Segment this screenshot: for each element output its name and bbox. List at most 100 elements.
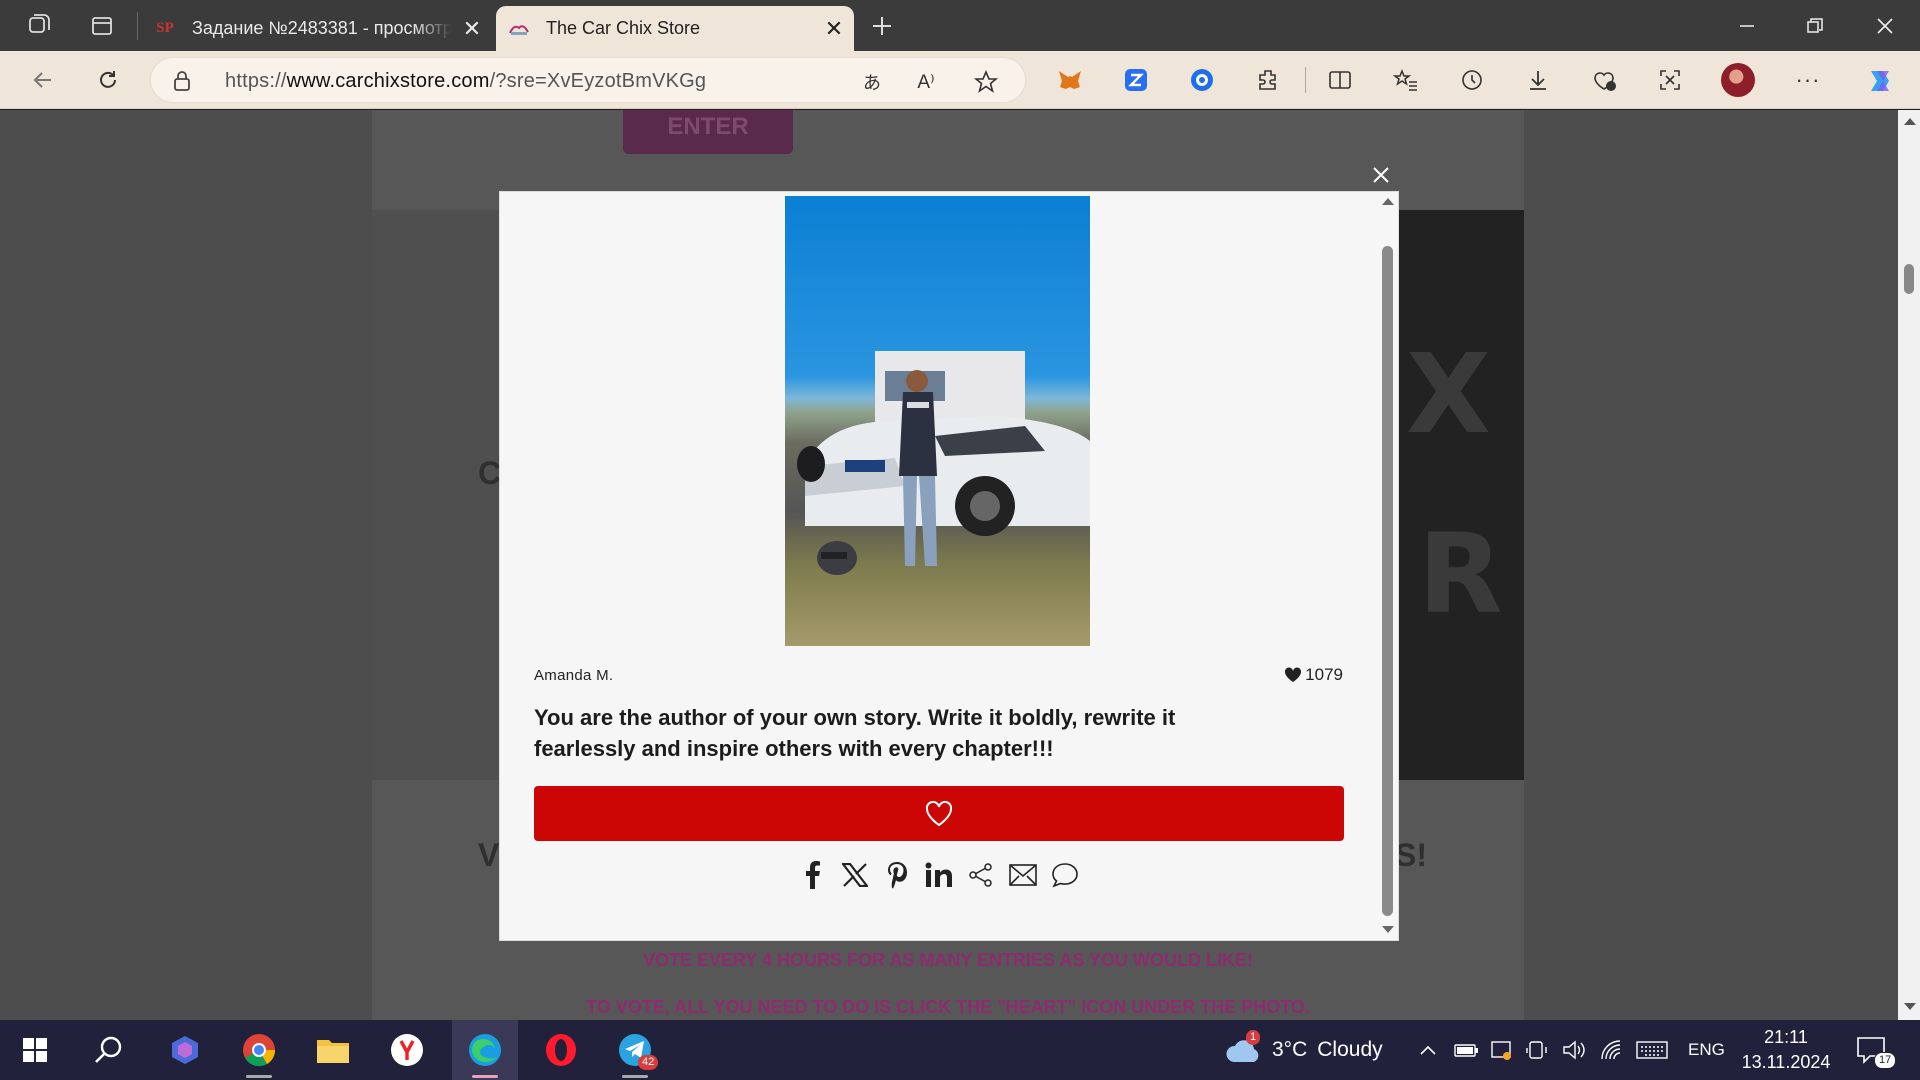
clock-time: 21:11 xyxy=(1764,1027,1808,1047)
device-icon[interactable] xyxy=(1526,1020,1548,1080)
back-icon[interactable] xyxy=(20,58,66,102)
refresh-icon[interactable] xyxy=(85,58,131,102)
search-icon[interactable] xyxy=(78,1020,140,1080)
tab-car-chix[interactable]: The Car Chix Store ✕ xyxy=(496,6,854,51)
opera-icon[interactable] xyxy=(530,1020,592,1080)
split-screen-icon[interactable] xyxy=(1320,60,1360,100)
notification-count: 17 xyxy=(1874,1052,1897,1069)
tab-actions-icon[interactable] xyxy=(76,0,128,51)
tab-title: Задание №2483381 - просмотр з xyxy=(192,18,452,38)
tab-title: The Car Chix Store xyxy=(546,18,701,38)
vote-instructions-text: TO VOTE, ALL YOU NEED TO DO IS CLICK THE… xyxy=(586,997,1310,1017)
share-icon[interactable] xyxy=(966,857,996,893)
screenshot-icon[interactable] xyxy=(1650,60,1690,100)
restore-icon[interactable] xyxy=(1782,0,1848,51)
vote-heart-button[interactable] xyxy=(534,786,1344,841)
extension-circle-icon[interactable] xyxy=(1182,60,1222,100)
chrome-icon[interactable] xyxy=(228,1020,290,1080)
clock[interactable]: 21:11 13.11.2024 xyxy=(1740,1020,1832,1080)
extensions-icon[interactable] xyxy=(1248,60,1288,100)
translate-icon[interactable]: あ xyxy=(857,67,887,97)
tab-task[interactable]: SP Задание №2483381 - просмотр з ✕ xyxy=(142,6,492,51)
close-tab-icon[interactable]: ✕ xyxy=(814,16,854,42)
running-indicator xyxy=(246,1075,272,1078)
language-indicator[interactable]: ENG xyxy=(1688,1020,1725,1080)
modal-scroll-down-icon[interactable] xyxy=(1382,926,1394,933)
extension-blue-icon[interactable] xyxy=(1116,60,1156,100)
keyboard-icon[interactable] xyxy=(1636,1020,1668,1080)
url-text[interactable]: https://www.carchixstore.com/?sre=XvEyzo… xyxy=(225,70,706,93)
bg-heading-fragment: C xyxy=(478,455,502,491)
running-indicator xyxy=(622,1075,648,1078)
history-icon[interactable] xyxy=(1452,60,1492,100)
minimize-icon[interactable] xyxy=(1714,0,1780,51)
hero-image-panel: X R xyxy=(1398,210,1524,780)
bg-heading-fragment: V xyxy=(478,837,500,873)
new-tab-icon[interactable] xyxy=(862,6,902,46)
entry-modal: Amanda M. 1079 You are the author of you… xyxy=(499,191,1399,941)
browser-essentials-icon[interactable] xyxy=(1584,60,1624,100)
tab-bar: SP Задание №2483381 - просмотр з ✕ The C… xyxy=(0,0,1920,51)
entry-photo xyxy=(785,196,1090,646)
entry-author: Amanda M. xyxy=(534,667,614,684)
copilot-icon[interactable] xyxy=(1860,60,1900,100)
weather-alert-badge: 1 xyxy=(1246,1030,1261,1045)
entry-quote: You are the author of your own story. Wr… xyxy=(534,705,1176,761)
page-scroll-thumb[interactable] xyxy=(1904,264,1914,294)
telegram-badge: 42 xyxy=(638,1055,659,1070)
bg-heading-fragment: S! xyxy=(1395,837,1427,873)
like-count: 1079 xyxy=(1284,665,1343,685)
close-tab-icon[interactable]: ✕ xyxy=(452,16,492,42)
more-options-icon[interactable]: ··· xyxy=(1788,60,1828,100)
weather-temp: 3°C xyxy=(1272,1038,1308,1061)
modal-scroll-thumb[interactable] xyxy=(1382,246,1393,916)
address-bar[interactable]: https://www.carchixstore.com/?sre=XvEyzo… xyxy=(150,57,1026,103)
close-window-icon[interactable] xyxy=(1852,0,1918,51)
read-aloud-icon[interactable]: A⁾ xyxy=(911,67,941,97)
security-icon[interactable] xyxy=(1490,1020,1514,1080)
linkedin-icon[interactable] xyxy=(924,857,954,893)
page-scrollbar[interactable] xyxy=(1898,110,1920,1020)
start-icon[interactable] xyxy=(4,1020,66,1080)
facebook-icon[interactable] xyxy=(798,857,828,893)
carchix-logo-icon xyxy=(508,18,530,40)
favorite-star-icon[interactable] xyxy=(971,67,1001,97)
vote-frequency-text: VOTE EVERY 4 HOURS FOR AS MANY ENTRIES A… xyxy=(642,950,1254,970)
running-indicator xyxy=(472,1075,498,1078)
modal-scrollbar[interactable] xyxy=(1376,192,1398,940)
taskbar: 42 1 3°C Cloudy ENG 21:11 13.11.2024 17 xyxy=(0,1020,1920,1080)
sp-logo-icon: SP xyxy=(156,20,174,36)
volume-icon[interactable] xyxy=(1562,1020,1586,1080)
battery-icon[interactable] xyxy=(1454,1020,1480,1080)
profile-avatar[interactable] xyxy=(1718,60,1758,100)
scroll-up-icon[interactable] xyxy=(1904,118,1916,125)
modal-scroll-up-icon[interactable] xyxy=(1382,198,1394,205)
x-icon[interactable] xyxy=(840,857,870,893)
edge-icon[interactable] xyxy=(452,1020,518,1080)
weather-condition: Cloudy xyxy=(1317,1038,1383,1061)
scroll-down-icon[interactable] xyxy=(1904,1003,1916,1010)
yandex-browser-icon[interactable] xyxy=(376,1020,438,1080)
notifications-icon[interactable]: 17 xyxy=(1856,1020,1897,1080)
file-explorer-icon[interactable] xyxy=(302,1020,364,1080)
enter-button[interactable]: ENTER xyxy=(623,110,793,154)
wifi-icon[interactable] xyxy=(1600,1020,1624,1080)
email-icon[interactable] xyxy=(1008,857,1038,893)
favorites-icon[interactable] xyxy=(1386,60,1426,100)
browser-toolbar: https://www.carchixstore.com/?sre=XvEyzo… xyxy=(0,51,1920,109)
metamask-icon[interactable] xyxy=(1050,60,1090,100)
downloads-icon[interactable] xyxy=(1518,60,1558,100)
comment-icon[interactable] xyxy=(1050,857,1080,893)
share-bar xyxy=(500,857,1378,897)
telegram-icon[interactable]: 42 xyxy=(604,1020,666,1080)
pinterest-icon[interactable] xyxy=(882,857,912,893)
clock-date: 13.11.2024 xyxy=(1741,1052,1831,1072)
lock-icon[interactable] xyxy=(173,70,191,97)
copilot-taskbar-icon[interactable] xyxy=(154,1020,216,1080)
show-hidden-icons[interactable] xyxy=(1418,1020,1438,1080)
like-count-value: 1079 xyxy=(1305,665,1343,684)
workspaces-icon[interactable] xyxy=(12,0,64,51)
tab-divider xyxy=(137,12,138,40)
weather-widget[interactable]: 1 3°C Cloudy xyxy=(1224,1020,1383,1080)
modal-close-icon[interactable] xyxy=(1366,160,1396,190)
